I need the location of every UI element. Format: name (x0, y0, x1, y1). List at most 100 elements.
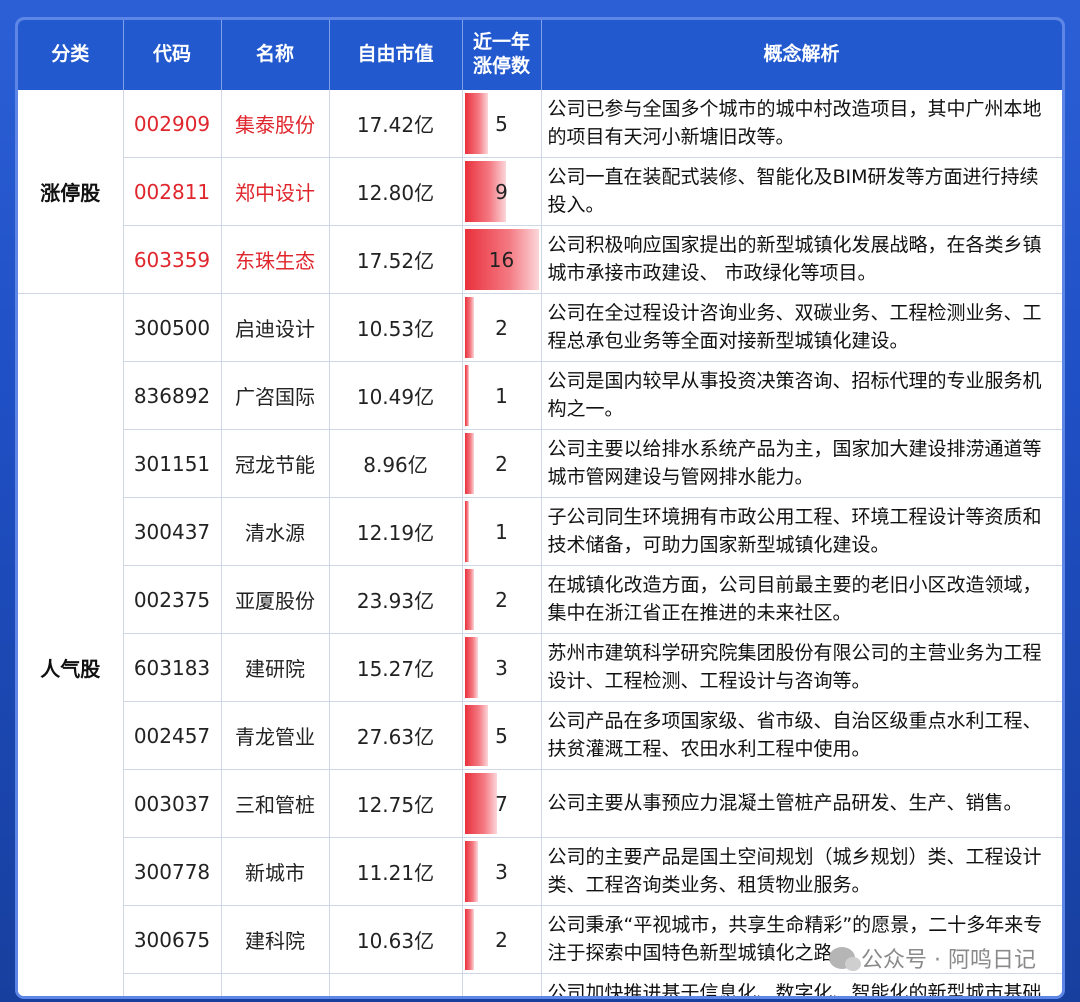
limit-up-count-cell: 1 (462, 361, 542, 430)
table-row[interactable]: 002457 青龙管业 27.63亿 5 公司产品在多项国家级、省市级、自治区级重点水利… (18, 701, 1062, 770)
header-cell: 自由市值 (329, 20, 463, 90)
stock-code: 603183 (123, 633, 222, 702)
limit-up-count: 2 (495, 587, 508, 612)
table-row[interactable]: 涨停股 002909 集泰股份 17.42亿 5 公司已参与全国多个城市的城中村改造项目，… (18, 90, 1062, 294)
limit-up-bar (464, 365, 470, 426)
concept-description: 公司主要以给排水系统产品为主，国家加大建设排涝通道等城市管网建设与管网排水能力。 (541, 429, 1062, 498)
header-cell: 分类 (18, 20, 124, 90)
limit-up-count: 16 (488, 247, 515, 272)
header-cell: 概念解析 (541, 20, 1062, 90)
stock-name: 郑中设计 (221, 157, 330, 226)
stock-name: 广咨国际 (221, 361, 330, 430)
concept-description: 公司产品在多项国家级、省市级、自治区级重点水利工程、扶贫灌溉工程、农田水利工程中… (541, 701, 1062, 770)
header-cell: 名称 (221, 20, 330, 90)
table-body: 涨停股 002909 集泰股份 17.42亿 5 公司已参与全国多个城市的城中村改造项目，… (18, 90, 1062, 996)
limit-up-bar (464, 297, 474, 358)
table-row[interactable]: 836892 广咨国际 10.49亿 1 公司是国内较早从事投资决策咨询、招标代理的专业… (18, 361, 1062, 430)
table-row[interactable]: 300778 新城市 11.21亿 3 公司的主要产品是国土空间规划（城乡规划）类、工程… (18, 837, 1062, 906)
concept-description: 公司是国内较早从事投资决策咨询、招标代理的专业服务机构之一。 (541, 361, 1062, 430)
limit-up-count: 1 (495, 519, 508, 544)
concept-description: 公司的主要产品是国土空间规划（城乡规划）类、工程设计类、工程咨询类业务、租赁物业… (541, 837, 1062, 906)
limit-up-count: 1 (495, 383, 508, 408)
limit-up-bar (464, 569, 474, 630)
limit-up-count-cell: 2 (462, 429, 542, 498)
category-cell: 人气股 (18, 293, 124, 996)
limit-up-count-cell: 2 (462, 905, 542, 974)
stock-code: 300437 (123, 497, 222, 566)
stock-table: 分类 代码 名称 自由市值 近一年 涨停数 概念解析 涨停股 002909 集泰股份 17.42亿… (18, 20, 1062, 996)
limit-up-bar (464, 841, 479, 902)
limit-up-count: 0 (495, 996, 508, 997)
table-row[interactable]: 002375 亚厦股份 23.93亿 2 在城镇化改造方面，公司目前最主要的老旧小区改造… (18, 565, 1062, 634)
stock-name: 清水源 (221, 497, 330, 566)
table-row[interactable]: 301505苏州规划13.48亿 0 公司加快推进基于信息化、数字化、智能化的新型城… (18, 973, 1062, 997)
market-cap: 17.52亿 (329, 225, 463, 294)
stock-name: 三和管桩 (221, 769, 330, 838)
limit-up-count: 7 (495, 791, 508, 816)
limit-up-bar (464, 637, 479, 698)
limit-up-count-cell: 2 (462, 293, 542, 362)
stock-code: 300500 (123, 293, 222, 362)
stock-code: 300675 (123, 905, 222, 974)
limit-up-count: 5 (495, 723, 508, 748)
stock-code: 002457 (123, 701, 222, 770)
limit-up-bar (464, 773, 497, 834)
stock-name: 冠龙节能 (221, 429, 330, 498)
limit-up-count-cell: 0 (462, 973, 542, 997)
limit-up-bar (464, 909, 474, 970)
stock-name: 集泰股份 (221, 90, 330, 158)
stock-name: 东珠生态 (221, 225, 330, 294)
limit-up-bar (464, 433, 474, 494)
market-cap: 12.80亿 (329, 157, 463, 226)
limit-up-bar (464, 93, 488, 154)
table-row[interactable]: 603183 建研院 15.27亿 3 苏州市建筑科学研究院集团股份有限公司的主营业务为… (18, 633, 1062, 702)
limit-up-count: 2 (495, 451, 508, 476)
category-cell: 涨停股 (18, 90, 124, 294)
concept-description: 公司主要从事预应力混凝土管桩产品研发、生产、销售。 (541, 769, 1062, 838)
limit-up-count-cell: 9 (462, 157, 542, 226)
market-cap: 10.53亿 (329, 293, 463, 362)
table-row[interactable]: 003037 三和管桩 12.75亿 7 公司主要从事预应力混凝土管桩产品研发、生产、销… (18, 769, 1062, 838)
limit-up-count-cell: 16 (462, 225, 542, 294)
concept-description: 公司已参与全国多个城市的城中村改造项目，其中广州本地的项目有天河小新塘旧改等。 (541, 90, 1062, 158)
market-cap: 15.27亿 (329, 633, 463, 702)
stock-code: 003037 (123, 769, 222, 838)
stock-name: 建研院 (221, 633, 330, 702)
limit-up-count-cell: 5 (462, 90, 542, 158)
stock-code: 603359 (123, 225, 222, 294)
limit-up-count-cell: 3 (462, 837, 542, 906)
market-cap: 27.63亿 (329, 701, 463, 770)
concept-description: 公司一直在装配式装修、智能化及BIM研发等方面进行持续投入。 (541, 157, 1062, 226)
market-cap: 11.21亿 (329, 837, 463, 906)
stock-code: 002909 (123, 90, 222, 158)
limit-up-count: 2 (495, 927, 508, 952)
table-row[interactable]: 002811 郑中设计 12.80亿 9 公司一直在装配式装修、智能化及BIM研发等方面… (18, 157, 1062, 226)
limit-up-bar (464, 501, 470, 562)
limit-up-count: 9 (495, 179, 508, 204)
stock-code: 002375 (123, 565, 222, 634)
limit-up-count-cell: 2 (462, 565, 542, 634)
concept-description: 公司在全过程设计咨询业务、双碳业务、工程检测业务、工程总承包业务等全面对接新型城… (541, 293, 1062, 362)
concept-description: 公司积极响应国家提出的新型城镇化发展战略，在各类乡镇城市承接市政建设、 市政绿化… (541, 225, 1062, 294)
stock-code: 836892 (123, 361, 222, 430)
limit-up-count: 3 (495, 655, 508, 680)
market-cap: 12.19亿 (329, 497, 463, 566)
market-cap: 13.48亿 (329, 973, 463, 996)
header-cell: 近一年 涨停数 (462, 20, 542, 90)
stock-name: 青龙管业 (221, 701, 330, 770)
table-row[interactable]: 人气股 300500 启迪设计 10.53亿 2 公司在全过程设计咨询业务、双碳业务、工程… (18, 293, 1062, 996)
market-cap: 12.75亿 (329, 769, 463, 838)
concept-description: 苏州市建筑科学研究院集团股份有限公司的主营业务为工程设计、工程检测、工程设计与咨… (541, 633, 1062, 702)
stock-name: 建科院 (221, 905, 330, 974)
market-cap: 17.42亿 (329, 90, 463, 158)
limit-up-count: 5 (495, 111, 508, 136)
table-row[interactable]: 300437 清水源 12.19亿 1 子公司同生环境拥有市政公用工程、环境工程设计等资… (18, 497, 1062, 566)
stock-code: 300778 (123, 837, 222, 906)
header-row: 分类 代码 名称 自由市值 近一年 涨停数 概念解析 (18, 20, 1062, 90)
market-cap: 10.63亿 (329, 905, 463, 974)
limit-up-count-cell: 7 (462, 769, 542, 838)
stock-name: 苏州规划 (221, 973, 330, 996)
table-row[interactable]: 301151 冠龙节能 8.96亿 2 公司主要以给排水系统产品为主，国家加大建设排涝通… (18, 429, 1062, 498)
watermark: 公众号 · 阿鸣日记 (829, 942, 1036, 974)
table-row[interactable]: 603359 东珠生态 17.52亿 16 公司积极响应国家提出的新型城镇化发展战略，在… (18, 225, 1062, 294)
